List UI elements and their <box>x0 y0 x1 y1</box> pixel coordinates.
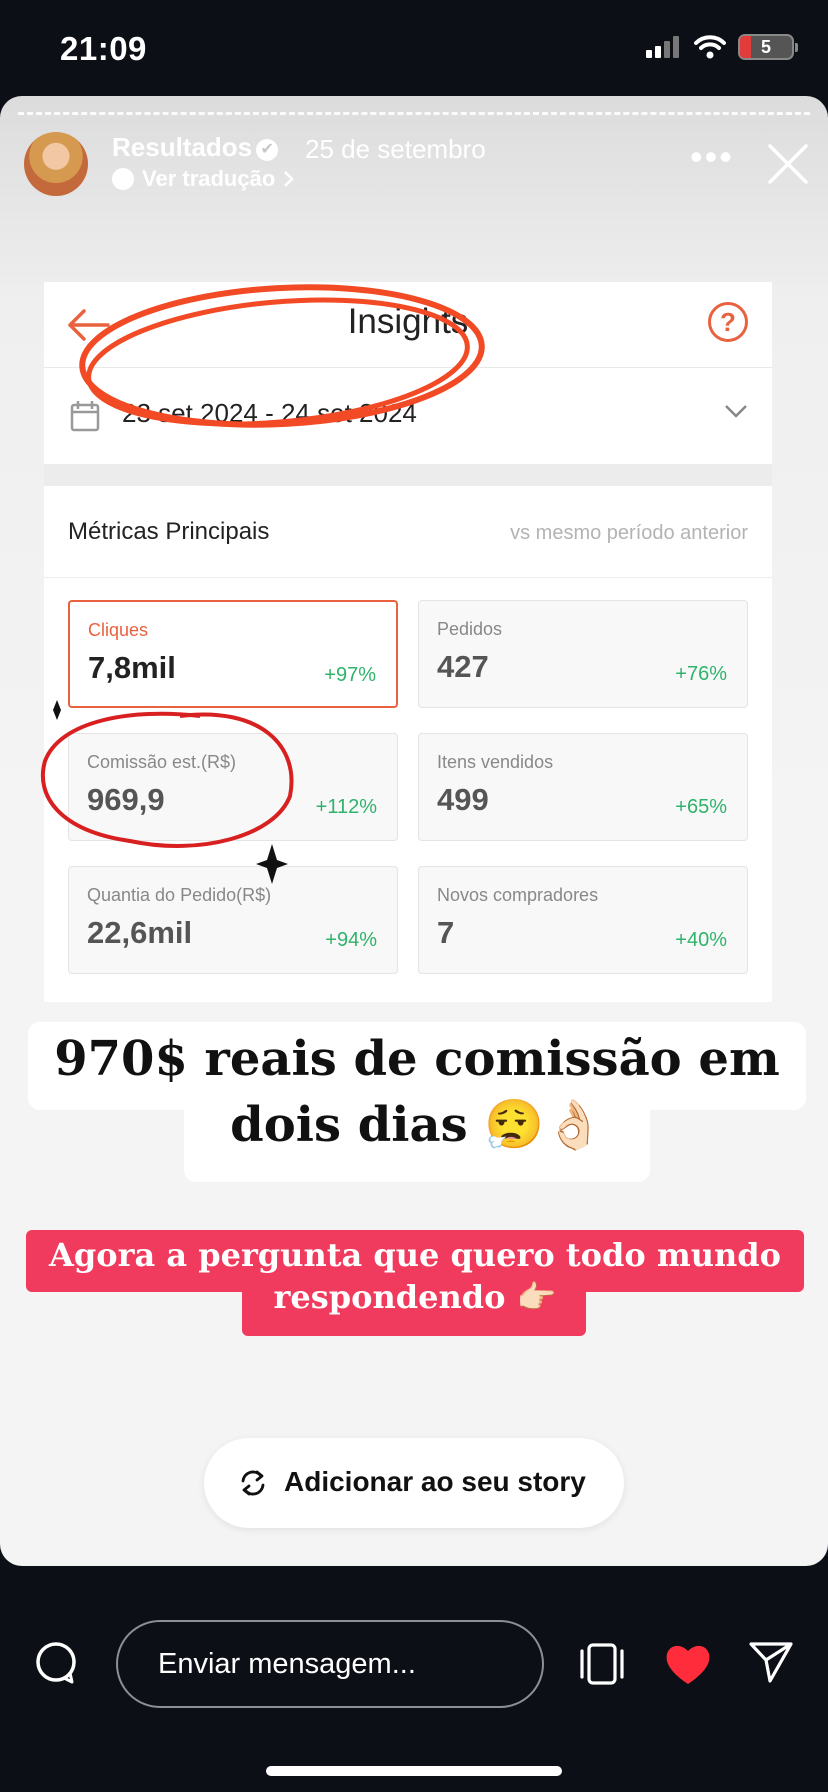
message-input[interactable]: Enviar mensagem... <box>116 1620 544 1708</box>
story-reel-icon[interactable] <box>578 1642 626 1686</box>
story-card[interactable]: Resultados ✔ 25 de setembro Ver tradução … <box>0 96 828 1566</box>
story-date: 25 de setembro <box>305 134 486 164</box>
metric-change: +76% <box>675 663 727 685</box>
story-username-row[interactable]: Resultados ✔ <box>112 132 279 163</box>
metric-label: Novos compradores <box>437 885 599 905</box>
question-line-1: Agora a pergunta que quero todo mundo <box>49 1236 781 1274</box>
status-icons: 5 <box>646 34 798 60</box>
metric-value: 969,9 <box>87 782 165 817</box>
battery-level: 5 <box>760 37 771 57</box>
add-to-story-button[interactable]: Adicionar ao seu story <box>204 1438 624 1528</box>
metric-change: +112% <box>315 796 377 818</box>
caption-line-2: dois dias 😮‍💨👌🏻 <box>230 1097 604 1153</box>
metrics-header: Métricas Principais vs mesmo período ant… <box>44 486 772 578</box>
wifi-icon <box>694 35 726 59</box>
caption-line-1: 970$ reais de comissão em <box>54 1031 780 1087</box>
date-range-row: 23 set 2024 - 24 set 2024 <box>44 368 772 464</box>
insights-screenshot: Insights ? 23 set 2024 - 24 set 2024 Mét… <box>44 282 772 1002</box>
metric-label: Pedidos <box>437 619 503 639</box>
home-indicator <box>266 1766 562 1776</box>
metric-value: 499 <box>437 782 489 817</box>
metric-tile-compradores: Novos compradores 7 +40% <box>418 866 748 974</box>
metric-value: 427 <box>437 649 489 684</box>
metrics-title: Métricas Principais <box>68 518 270 545</box>
translate-label[interactable]: Ver tradução <box>142 166 275 192</box>
metric-label: Itens vendidos <box>437 752 554 772</box>
battery-icon: 5 <box>738 34 798 60</box>
clock: 21:09 <box>60 30 147 67</box>
metric-tile-comissao: Comissão est.(R$) 969,9 +112% <box>68 733 398 841</box>
metric-change: +94% <box>325 929 377 951</box>
send-icon[interactable] <box>748 1640 794 1684</box>
more-options-icon[interactable]: ••• <box>690 136 734 178</box>
metric-tile-pedidos: Pedidos 427 +76% <box>418 600 748 708</box>
metric-tile-cliques: Cliques 7,8mil +97% <box>68 600 398 708</box>
close-icon[interactable] <box>766 142 810 186</box>
story-username[interactable]: Resultados <box>112 132 252 162</box>
calendar-icon <box>70 401 100 432</box>
metrics-compare: vs mesmo período anterior <box>510 522 748 544</box>
insights-header: Insights ? <box>44 282 772 368</box>
story-progress-bar <box>18 112 810 115</box>
translate-link[interactable]: Ver tradução <box>112 166 295 192</box>
translate-icon <box>112 168 134 190</box>
like-heart-icon[interactable] <box>664 1642 712 1686</box>
add-to-story-label[interactable]: Adicionar ao seu story <box>284 1466 586 1498</box>
question-line-2: respondendo 👉🏻 <box>273 1278 557 1316</box>
signal-icon <box>646 36 679 58</box>
message-placeholder: Enviar mensagem... <box>158 1648 416 1680</box>
metric-value: 7,8mil <box>88 650 176 685</box>
metric-change: +65% <box>675 796 727 818</box>
metric-change: +97% <box>324 664 376 686</box>
metric-label: Comissão est.(R$) <box>87 752 237 772</box>
date-range: 23 set 2024 - 24 set 2024 <box>122 398 417 428</box>
verified-icon: ✔ <box>256 139 279 161</box>
avatar[interactable] <box>24 132 88 196</box>
metric-tile-itens: Itens vendidos 499 +65% <box>418 733 748 841</box>
metric-label: Cliques <box>88 620 149 640</box>
chevron-down-icon <box>725 405 747 418</box>
metric-value: 22,6mil <box>87 915 193 950</box>
metric-change: +40% <box>675 929 727 951</box>
divider <box>44 464 772 486</box>
caption-text: 970$ reais de comissão em dois dias 😮‍💨👌… <box>28 1026 806 1158</box>
question-text: Agora a pergunta que quero todo mundo re… <box>26 1234 804 1318</box>
help-icon: ? <box>708 302 748 342</box>
metric-value: 7 <box>437 915 455 950</box>
search-icon[interactable] <box>34 1640 80 1686</box>
metric-label: Quantia do Pedido(R$) <box>87 885 272 905</box>
metric-tile-quantia: Quantia do Pedido(R$) 22,6mil +94% <box>68 866 398 974</box>
repost-icon <box>241 1470 265 1496</box>
insights-title: Insights <box>347 302 469 341</box>
status-bar: 21:09 5 <box>0 0 828 96</box>
chevron-right-icon <box>284 171 295 187</box>
